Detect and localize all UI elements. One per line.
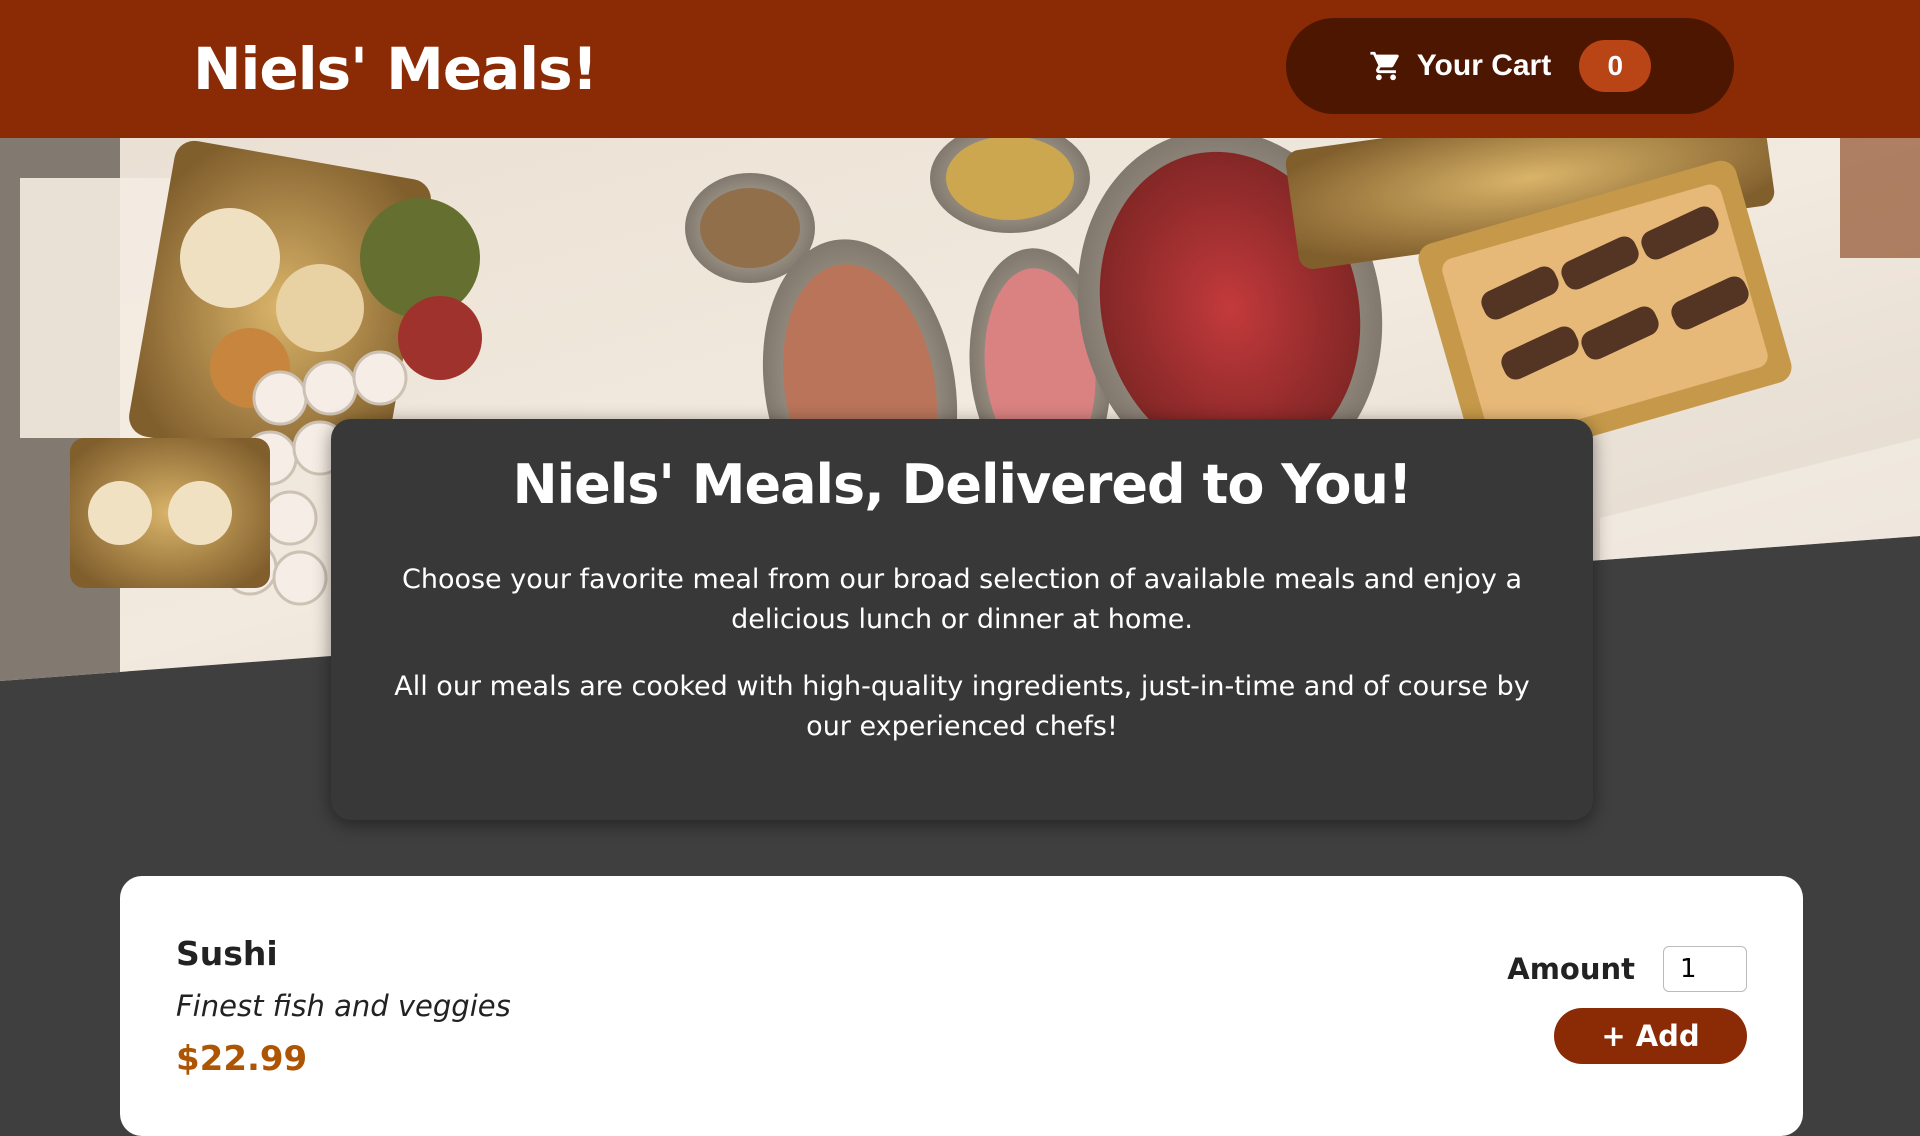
amount-row: Amount [1507, 946, 1747, 992]
cart-icon [1370, 51, 1399, 81]
add-to-cart-button[interactable]: + Add [1554, 1008, 1747, 1064]
cart-count-badge: 0 [1579, 40, 1652, 92]
meal-item: Sushi Finest fish and veggies $22.99 Amo… [176, 934, 1747, 1079]
meal-info: Sushi Finest fish and veggies $22.99 [176, 934, 511, 1079]
amount-label: Amount [1507, 952, 1635, 986]
meal-name: Sushi [176, 934, 278, 973]
meal-add-form: Amount + Add [1507, 934, 1747, 1079]
summary-card: Niels' Meals, Delivered to You! Choose y… [331, 419, 1593, 820]
summary-paragraph-1: Choose your favorite meal from our broad… [401, 564, 1523, 635]
cart-button[interactable]: Your Cart 0 [1286, 18, 1734, 114]
amount-input[interactable] [1663, 946, 1747, 992]
app-header: Niels' Meals! Your Cart 0 [0, 0, 1920, 138]
meal-description: Finest fish and veggies [176, 989, 511, 1023]
cart-label: Your Cart [1416, 49, 1552, 82]
summary-heading: Niels' Meals, Delivered to You! [512, 453, 1412, 516]
app-title: Niels' Meals! [193, 35, 598, 103]
meals-card: Sushi Finest fish and veggies $22.99 Amo… [120, 876, 1803, 1136]
meal-price: $22.99 [176, 1039, 308, 1079]
summary-paragraph-2: All our meals are cooked with high-quali… [394, 671, 1530, 742]
